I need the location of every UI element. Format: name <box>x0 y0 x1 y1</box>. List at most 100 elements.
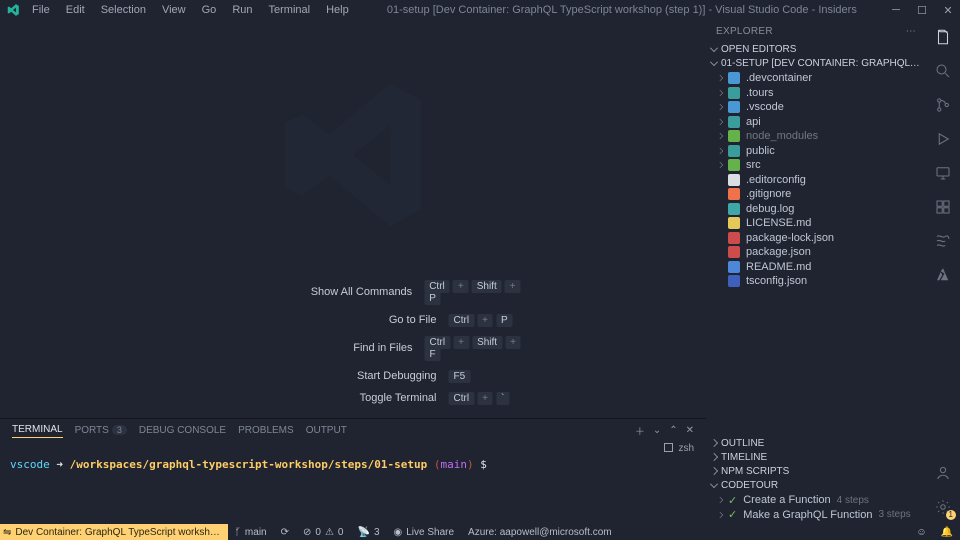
pane-timeline[interactable]: TIMELINE <box>706 450 926 464</box>
pane-open-editors[interactable]: OPEN EDITORS <box>706 42 926 56</box>
file--editorconfig[interactable]: .editorconfig <box>706 173 926 188</box>
status-ports[interactable]: 📡3 <box>350 527 386 538</box>
check-icon: ✓ <box>728 494 737 507</box>
pane-npm-scripts[interactable]: NPM SCRIPTS <box>706 464 926 478</box>
folder-icon <box>728 101 740 113</box>
pane-project-header[interactable]: 01-SETUP [DEV CONTAINER: GRAPHQL TYPESCR… <box>706 56 926 70</box>
activity-accounts-icon[interactable] <box>926 456 960 490</box>
panel-tab-terminal[interactable]: TERMINAL <box>12 422 63 438</box>
folder-icon <box>728 159 740 171</box>
pane-outline[interactable]: OUTLINE <box>706 436 926 450</box>
file-label: api <box>746 116 761 128</box>
file-label: .gitignore <box>746 188 791 200</box>
file-label: .devcontainer <box>746 72 812 84</box>
panel-close-icon[interactable]: ✕ <box>686 425 694 436</box>
activity-run-debug-icon[interactable] <box>926 122 960 156</box>
file-icon <box>728 217 740 229</box>
file-readme-md[interactable]: README.md <box>706 260 926 275</box>
chevron-right-icon <box>717 148 723 154</box>
activity-extensions-icon[interactable] <box>926 190 960 224</box>
folder-api[interactable]: api <box>706 115 926 130</box>
activity-codetour-icon[interactable] <box>926 224 960 258</box>
pane-codetour: CODETOUR ✓Create a Function4 steps✓Make … <box>706 478 926 524</box>
panel-tab-ports[interactable]: PORTS3 <box>75 425 127 436</box>
folder-public[interactable]: public <box>706 144 926 159</box>
terminal-split-dropdown-icon[interactable]: ⌄ <box>653 425 661 436</box>
tour-item[interactable]: ✓Create a Function4 steps <box>706 493 926 508</box>
terminal-arrow-icon: ➜ <box>56 458 63 471</box>
status-remote-indicator[interactable]: ⇋ Dev Container: GraphQL TypeScript work… <box>0 524 228 540</box>
menu-selection[interactable]: Selection <box>94 2 153 18</box>
radio-icon: 📡 <box>357 527 369 538</box>
terminal-shell-indicator[interactable]: zsh <box>0 441 706 454</box>
file-package-json[interactable]: package.json <box>706 245 926 260</box>
folder--vscode[interactable]: .vscode <box>706 100 926 115</box>
panel-tab-problems[interactable]: PROBLEMS <box>238 423 294 438</box>
status-sync[interactable]: ⟳ <box>274 527 296 538</box>
menu-go[interactable]: Go <box>195 2 224 18</box>
file-debug-log[interactable]: debug.log <box>706 202 926 217</box>
panel-maximize-icon[interactable]: ⌃ <box>669 425 677 436</box>
folder-src[interactable]: src <box>706 158 926 173</box>
folder-icon <box>728 130 740 142</box>
terminal-new-icon[interactable]: ＋ <box>635 423 645 438</box>
terminal-body[interactable]: vscode ➜ /workspaces/graphql-typescript-… <box>0 454 706 475</box>
file-label: .tours <box>746 87 774 99</box>
file-tsconfig-json[interactable]: tsconfig.json <box>706 274 926 289</box>
editor-area: Show All CommandsCtrl + Shift + PGo to F… <box>0 20 706 418</box>
activity-settings-icon[interactable]: 1 <box>926 490 960 524</box>
pane-codetour-header[interactable]: CODETOUR <box>706 478 926 492</box>
explorer-more-icon[interactable]: ⋯ <box>906 26 916 37</box>
status-live-share[interactable]: ◉Live Share <box>387 527 462 538</box>
activity-azure-icon[interactable] <box>926 258 960 292</box>
menu-view[interactable]: View <box>155 2 193 18</box>
pane-outline-label: OUTLINE <box>721 438 764 449</box>
folder-icon <box>728 72 740 84</box>
chevron-right-icon <box>717 119 723 125</box>
terminal-shell-icon <box>664 443 673 452</box>
window-close-button[interactable]: ✕ <box>940 4 956 17</box>
file-icon <box>728 261 740 273</box>
file--gitignore[interactable]: .gitignore <box>706 187 926 202</box>
file-license-md[interactable]: LICENSE.md <box>706 216 926 231</box>
folder-node-modules[interactable]: node_modules <box>706 129 926 144</box>
chevron-right-icon <box>717 75 723 81</box>
status-problems[interactable]: ⊘0 ⚠0 <box>296 527 350 538</box>
welcome-shortcut-row: Go to FileCtrl + P <box>177 314 530 326</box>
file-label: package.json <box>746 246 811 258</box>
explorer-header: EXPLORER ⋯ <box>706 20 926 42</box>
menu-file[interactable]: File <box>25 2 57 18</box>
status-branch[interactable]: ᚶ main <box>228 527 274 538</box>
activity-source-control-icon[interactable] <box>926 88 960 122</box>
status-feedback-icon[interactable]: ☺ <box>909 527 933 538</box>
file-label: .editorconfig <box>746 174 806 186</box>
status-live-share-label: Live Share <box>406 527 454 538</box>
activity-search-icon[interactable] <box>926 54 960 88</box>
file-package-lock-json[interactable]: package-lock.json <box>706 231 926 246</box>
panel-tab-output[interactable]: OUTPUT <box>306 423 347 438</box>
status-bar: ⇋ Dev Container: GraphQL TypeScript work… <box>0 524 960 540</box>
activity-explorer-icon[interactable] <box>926 20 960 54</box>
menu-terminal[interactable]: Terminal <box>262 2 318 18</box>
status-notifications-icon[interactable]: 🔔 <box>934 527 960 538</box>
menu-edit[interactable]: Edit <box>59 2 92 18</box>
welcome-shortcut-row: Toggle TerminalCtrl + ` <box>177 392 530 404</box>
welcome-shortcut-list: Show All CommandsCtrl + Shift + PGo to F… <box>177 280 530 404</box>
panel-tab-debug-console[interactable]: DEBUG CONSOLE <box>139 423 226 438</box>
window-minimize-button[interactable]: ─ <box>888 4 904 17</box>
shortcut-label: Show All Commands <box>177 286 413 298</box>
tour-item[interactable]: ✓Make a GraphQL Function3 steps <box>706 508 926 523</box>
explorer-title: EXPLORER <box>716 26 773 37</box>
menu-help[interactable]: Help <box>319 2 356 18</box>
status-azure-account[interactable]: Azure: aapowell@microsoft.com <box>461 527 619 538</box>
pane-timeline-label: TIMELINE <box>721 452 767 463</box>
activity-remote-explorer-icon[interactable] <box>926 156 960 190</box>
vscode-insiders-logo-icon <box>6 3 20 17</box>
shortcut-label: Toggle Terminal <box>177 392 437 404</box>
file-label: node_modules <box>746 130 818 142</box>
file-icon <box>728 203 740 215</box>
folder--tours[interactable]: .tours <box>706 86 926 101</box>
folder--devcontainer[interactable]: .devcontainer <box>706 71 926 86</box>
menu-run[interactable]: Run <box>225 2 259 18</box>
window-maximize-button[interactable]: ☐ <box>914 4 930 17</box>
